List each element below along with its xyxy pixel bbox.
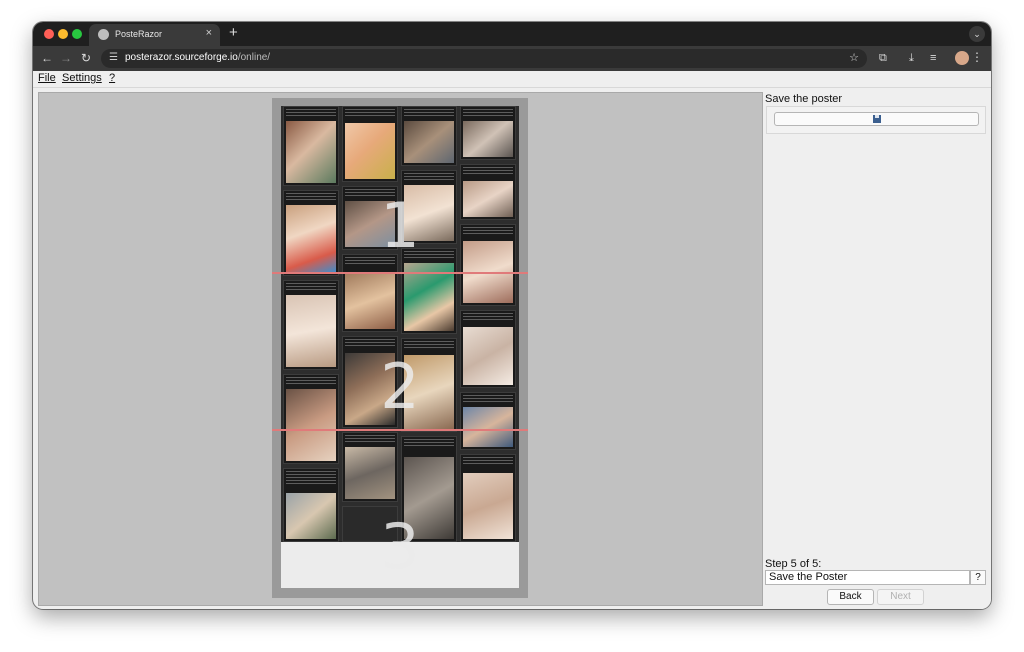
- menu-help[interactable]: ?: [109, 72, 115, 84]
- poster-column: [342, 106, 398, 542]
- tile-number: 1: [380, 189, 420, 262]
- close-tab-icon[interactable]: ×: [206, 27, 212, 39]
- download-icon[interactable]: ⤓: [909, 51, 914, 65]
- browser-tab[interactable]: PosteRazor ×: [89, 24, 220, 46]
- wizard-panel: Save the poster Step 5 of 5: Save the Po…: [765, 88, 991, 609]
- reload-icon[interactable]: ↻: [81, 50, 91, 66]
- save-poster-group: [766, 106, 986, 134]
- close-window-button[interactable]: [44, 29, 54, 39]
- photo-card: [342, 106, 398, 182]
- photo-card: [460, 106, 516, 160]
- browser-window: PosteRazor × + ⌄ ← → ↻ ☰ posterazor.sour…: [33, 22, 991, 609]
- photo-card: [342, 254, 398, 332]
- back-icon[interactable]: ←: [41, 50, 53, 66]
- floppy-disk-icon: [873, 115, 881, 123]
- profile-avatar[interactable]: [955, 51, 969, 65]
- poster-sheet: 1 2 3: [272, 98, 528, 598]
- poster-column: [460, 106, 516, 542]
- tile-cut-line: [272, 272, 528, 274]
- menu-kebab-icon[interactable]: ⋮: [971, 50, 983, 64]
- step-indicator: Step 5 of 5:: [765, 558, 822, 570]
- poster-column: [401, 106, 457, 542]
- poster-image: [281, 106, 519, 542]
- url-text[interactable]: posterazor.sourceforge.io/online/: [125, 52, 270, 63]
- site-info-icon[interactable]: ☰: [109, 52, 118, 63]
- extensions-icon[interactable]: ⧉: [879, 51, 887, 65]
- globe-icon: [98, 29, 109, 40]
- step-title-field: Save the Poster: [765, 570, 970, 585]
- save-poster-heading: Save the poster: [765, 93, 843, 105]
- poster-column: [283, 106, 339, 542]
- tile-number: 3: [380, 510, 420, 583]
- photo-card: [342, 432, 398, 502]
- poster-preview-area: 1 2 3: [38, 92, 763, 606]
- tab-title: PosteRazor: [115, 29, 163, 39]
- media-icon[interactable]: ≡: [930, 51, 936, 65]
- new-tab-button[interactable]: +: [229, 24, 238, 42]
- back-button[interactable]: Back: [827, 589, 874, 605]
- tab-search-icon[interactable]: ⌄: [969, 26, 985, 42]
- app-menubar: File Settings ?: [33, 71, 991, 88]
- tile-number: 2: [380, 350, 420, 423]
- tile-cut-line: [272, 429, 528, 431]
- browser-toolbar: ← → ↻ ☰ posterazor.sourceforge.io/online…: [33, 46, 991, 71]
- next-button[interactable]: Next: [877, 589, 924, 605]
- step-help-button[interactable]: ?: [970, 570, 986, 585]
- menu-settings[interactable]: Settings: [62, 72, 102, 84]
- address-bar[interactable]: ☰ posterazor.sourceforge.io/online/ ☆: [101, 49, 867, 68]
- save-poster-button[interactable]: [774, 112, 979, 126]
- photo-card: [283, 106, 339, 186]
- photo-card: [401, 106, 457, 166]
- minimize-window-button[interactable]: [58, 29, 68, 39]
- menu-file[interactable]: File: [38, 72, 56, 84]
- forward-icon[interactable]: →: [60, 50, 72, 66]
- star-icon[interactable]: ☆: [849, 51, 859, 64]
- tab-bar: PosteRazor × + ⌄: [33, 22, 991, 46]
- maximize-window-button[interactable]: [72, 29, 82, 39]
